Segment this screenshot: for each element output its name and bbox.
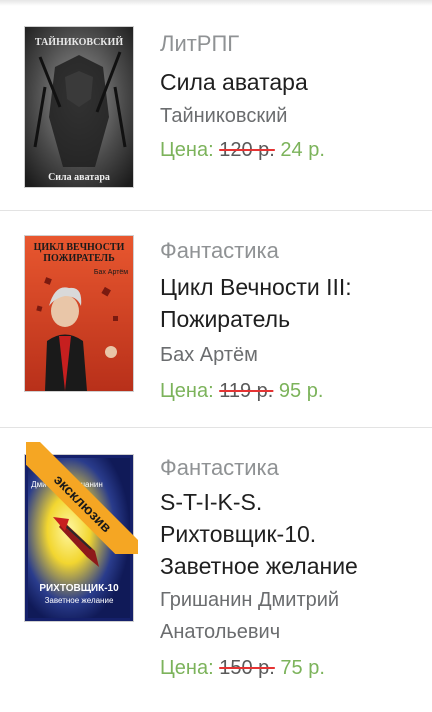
old-price: 120 р. — [219, 139, 275, 161]
cover-title-text-2: ПОЖИРАТЕЛЬ — [43, 253, 115, 264]
book-title-line[interactable]: Пожиратель — [160, 303, 422, 335]
cover-subtitle-text: Заветное желание — [45, 596, 114, 605]
old-price: 150 р. — [219, 657, 275, 679]
new-price: 95 р. — [278, 380, 324, 402]
book-cover[interactable]: ТАЙНИКОВСКИЙ Сила аватара — [24, 26, 134, 188]
book-author-line[interactable]: Тайниковский — [160, 100, 422, 132]
cover-author-text: ТАЙНИКОВСКИЙ — [35, 36, 123, 48]
new-price: 24 р. — [280, 139, 325, 161]
book-author-line[interactable]: Бах Артём — [160, 339, 422, 371]
book-genre[interactable]: Фантастика — [160, 235, 422, 267]
book-price: Цена: 120 р. 24 р. — [160, 134, 422, 166]
book-title-line[interactable]: S-T-I-K-S. — [160, 486, 422, 518]
book-author-line[interactable]: Анатольевич — [160, 616, 422, 648]
price-label: Цена: — [160, 657, 214, 679]
book-title-line[interactable]: Рихтовщик-10. — [160, 518, 422, 550]
cover-author-text: Бах Артём — [94, 269, 128, 276]
exclusive-badge: эксклюзив — [26, 442, 138, 554]
book-info: Фантастика S-T-I-K-S. Рихтовщик-10. Заве… — [160, 452, 422, 684]
price-label: Цена: — [160, 380, 214, 402]
book-cover[interactable]: ЦИКЛ ВЕЧНОСТИ ПОЖИРАТЕЛЬ Бах Артём — [24, 235, 134, 392]
book-genre[interactable]: ЛитРПГ — [160, 28, 422, 60]
cover-title-text: РИХТОВЩИК-10 — [39, 583, 119, 594]
book-info: ЛитРПГ Сила аватара Тайниковский Цена: 1… — [160, 28, 422, 166]
book-author[interactable]: Бах Артём — [160, 339, 422, 371]
book-genre[interactable]: Фантастика — [160, 452, 422, 484]
price-label: Цена: — [160, 139, 214, 161]
book-title[interactable]: S-T-I-K-S. Рихтовщик-10. Заветное желани… — [160, 486, 422, 582]
new-price: 75 р. — [280, 657, 325, 679]
exclusive-badge-label: эксклюзив — [26, 442, 138, 554]
book-price: Цена: 119 р. 95 р. — [160, 375, 422, 407]
book-info: Фантастика Цикл Вечности III: Пожиратель… — [160, 235, 422, 407]
book-author[interactable]: Тайниковский — [160, 100, 422, 132]
book-item[interactable]: ТАЙНИКОВСКИЙ Сила аватара ЛитРПГ Сила ав… — [0, 0, 432, 211]
cover-title-text-1: ЦИКЛ ВЕЧНОСТИ — [34, 242, 125, 253]
book-title-line[interactable]: Сила аватара — [160, 66, 422, 98]
book-title[interactable]: Сила аватара — [160, 66, 422, 98]
book-title-line[interactable]: Цикл Вечности III: — [160, 271, 422, 303]
old-price: 119 р. — [219, 380, 274, 402]
cover-title-text: Сила аватара — [48, 172, 110, 183]
book-title-line[interactable]: Заветное желание — [160, 550, 422, 582]
book-author-line[interactable]: Гришанин Дмитрий — [160, 584, 422, 616]
book-author[interactable]: Гришанин Дмитрий Анатольевич — [160, 584, 422, 648]
book-price: Цена: 150 р. 75 р. — [160, 652, 422, 684]
book-item[interactable]: ЦИКЛ ВЕЧНОСТИ ПОЖИРАТЕЛЬ Бах Артём Фанта… — [0, 211, 432, 428]
book-title[interactable]: Цикл Вечности III: Пожиратель — [160, 271, 422, 335]
